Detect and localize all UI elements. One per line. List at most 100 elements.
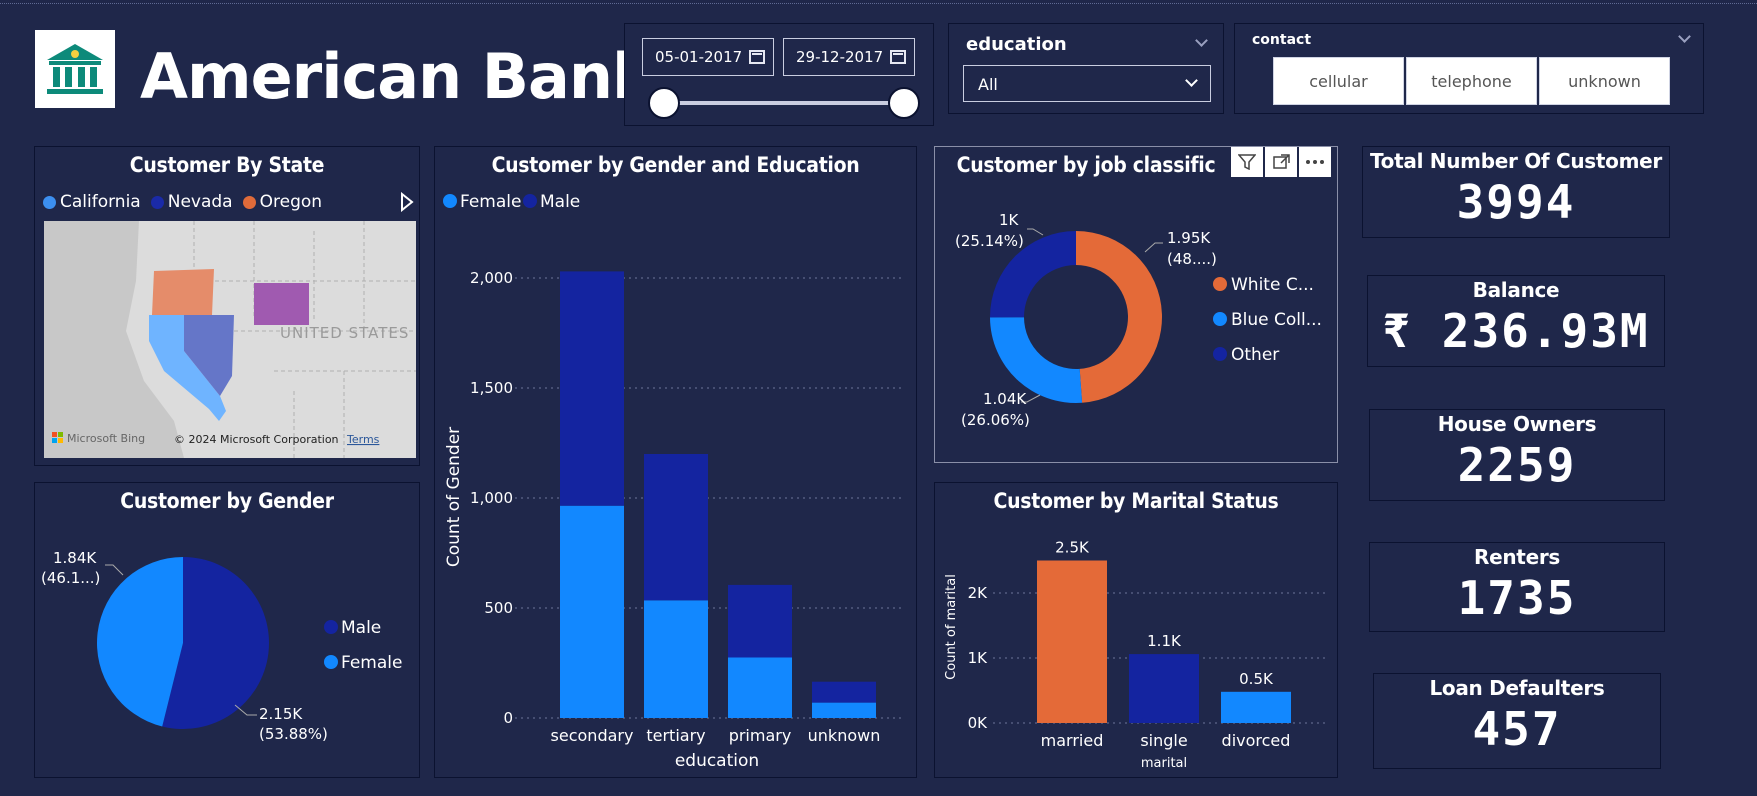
legend-dot	[1213, 347, 1227, 361]
legend-item-oregon[interactable]: Oregon	[242, 192, 322, 212]
map-copyright: © 2024 Microsoft Corporation	[174, 433, 339, 446]
bank-logo	[35, 30, 115, 108]
legend-label[interactable]: Male	[341, 618, 381, 638]
bar-divorced[interactable]	[1221, 691, 1291, 723]
bar-male-secondary[interactable]	[560, 271, 624, 506]
leader-line	[1144, 242, 1163, 253]
legend-item-california[interactable]: California	[43, 192, 141, 212]
contact-option-unknown[interactable]: unknown	[1539, 57, 1670, 105]
legend-label[interactable]: Other	[1231, 345, 1279, 365]
legend-label[interactable]: Male	[540, 192, 580, 212]
bar-female-secondary[interactable]	[560, 505, 624, 718]
kpi-house-owners: House Owners 2259	[1369, 409, 1665, 501]
bar-female-unknown[interactable]	[812, 702, 876, 718]
chevron-down-icon[interactable]	[1195, 34, 1208, 47]
map-country-label: UNITED STATES	[280, 324, 409, 342]
kpi-label: Renters	[1474, 545, 1560, 569]
legend-label[interactable]: Female	[341, 653, 402, 673]
data-label: 2.15K	[259, 705, 303, 723]
legend-dot	[1213, 277, 1227, 291]
contact-slicer: contact cellular telephone unknown	[1234, 23, 1704, 114]
x-axis-title: marital	[1141, 756, 1187, 771]
y-tick-label: 1,500	[470, 379, 513, 397]
x-tick-label: tertiary	[646, 726, 705, 745]
legend-label: Nevada	[167, 192, 233, 212]
bar-male-tertiary[interactable]	[644, 454, 708, 601]
education-slicer: education All	[948, 23, 1224, 114]
contact-option-cellular[interactable]: cellular	[1273, 57, 1404, 105]
date-range-slicer[interactable]: 05-01-2017 29-12-2017	[624, 23, 934, 126]
kpi-value: 3994	[1456, 175, 1576, 229]
data-label: (46.1...)	[41, 569, 100, 587]
end-date-input[interactable]: 29-12-2017	[783, 38, 915, 76]
chevron-down-icon[interactable]	[1678, 30, 1691, 43]
bar-male-unknown[interactable]	[812, 681, 876, 703]
bar-female-primary[interactable]	[728, 657, 792, 719]
start-date-input[interactable]: 05-01-2017	[642, 38, 774, 76]
panel-title: Customer By State	[129, 153, 325, 177]
data-label: 0.5K	[1239, 670, 1274, 688]
y-tick-label: 2K	[968, 584, 989, 602]
calendar-icon[interactable]	[890, 50, 906, 64]
legend-label: California	[60, 192, 141, 212]
data-label: (48....)	[1167, 250, 1217, 268]
legend-label[interactable]: White C...	[1231, 275, 1314, 295]
y-tick-label: 500	[484, 599, 513, 617]
map-brand: Microsoft Bing	[67, 432, 145, 445]
x-tick-label: secondary	[551, 726, 634, 745]
gender-education-bar-chart[interactable]: Female Male 0 500 1,000 1,500 2,000 secondary te…	[435, 147, 918, 779]
x-tick-label: divorced	[1222, 731, 1291, 750]
kpi-label: Balance	[1472, 278, 1560, 302]
y-tick-label: 1,000	[470, 489, 513, 507]
chevron-down-icon	[1185, 74, 1198, 87]
kpi-label: Total Number Of Customer	[1370, 149, 1662, 173]
marital-bar-chart[interactable]: 0K 1K 2K 2.5K married 1.1K single 0.5K divorced m…	[935, 483, 1339, 779]
data-label: 1.1K	[1147, 632, 1182, 650]
date-slider-start-handle[interactable]	[648, 87, 680, 119]
kpi-label: House Owners	[1437, 412, 1597, 436]
bar-female-tertiary[interactable]	[644, 600, 708, 718]
legend-next-arrow-icon[interactable]	[400, 192, 414, 212]
legend-dot	[242, 195, 256, 209]
date-slider-track[interactable]	[665, 101, 905, 105]
data-label: (25.14%)	[955, 232, 1024, 250]
state-map[interactable]: UNITED STATES Microsoft Bing © 2024 Micr…	[44, 221, 416, 458]
map-terms-link[interactable]: Terms	[346, 433, 380, 446]
data-label: 2.5K	[1055, 539, 1090, 557]
legend-label[interactable]: Blue Coll...	[1231, 310, 1322, 330]
date-slider-end-handle[interactable]	[888, 87, 920, 119]
contact-option-telephone[interactable]: telephone	[1406, 57, 1537, 105]
kpi-value: 2259	[1457, 438, 1577, 492]
legend-dot	[523, 194, 537, 208]
legend-dot	[1213, 312, 1227, 326]
education-selected-value: All	[978, 75, 998, 94]
state-other[interactable]	[254, 283, 309, 325]
bar-male-primary[interactable]	[728, 584, 792, 658]
leader-line	[105, 564, 124, 576]
legend-item-nevada[interactable]: Nevada	[150, 192, 233, 212]
education-filter-label: education	[966, 34, 1067, 55]
kpi-value: 457	[1472, 702, 1562, 756]
y-tick-label: 0K	[968, 714, 989, 732]
customer-by-job-panel: Customer by job classific 1.95K (48....) 1…	[934, 146, 1338, 463]
top-divider	[0, 3, 1757, 4]
kpi-value: ₹ 236.93M	[1382, 304, 1650, 358]
start-date-value: 05-01-2017	[655, 48, 743, 66]
job-donut-chart[interactable]: 1.95K (48....) 1K (25.14%) 1.04K (26.06%) Whit…	[935, 147, 1339, 464]
donut-slice[interactable]	[1076, 231, 1162, 403]
data-label: (53.88%)	[259, 725, 328, 743]
state-oregon[interactable]	[152, 269, 214, 315]
legend-dot	[150, 195, 164, 209]
kpi-total-customers: Total Number Of Customer 3994	[1362, 146, 1670, 238]
data-label: 1K	[999, 211, 1020, 229]
gender-pie-chart[interactable]: 2.15K (53.88%) 1.84K (46.1...) Male Female	[35, 483, 421, 779]
customer-by-state-panel: Customer By State California Nevada Oreg…	[34, 146, 420, 466]
bar-married[interactable]	[1037, 560, 1107, 724]
calendar-icon[interactable]	[749, 50, 765, 64]
data-label: 1.04K	[983, 390, 1027, 408]
y-axis-title: Count of Gender	[444, 427, 464, 567]
bar-single[interactable]	[1129, 654, 1199, 723]
x-tick-label: unknown	[808, 726, 881, 745]
education-dropdown[interactable]: All	[963, 65, 1211, 102]
legend-label[interactable]: Female	[460, 192, 521, 212]
